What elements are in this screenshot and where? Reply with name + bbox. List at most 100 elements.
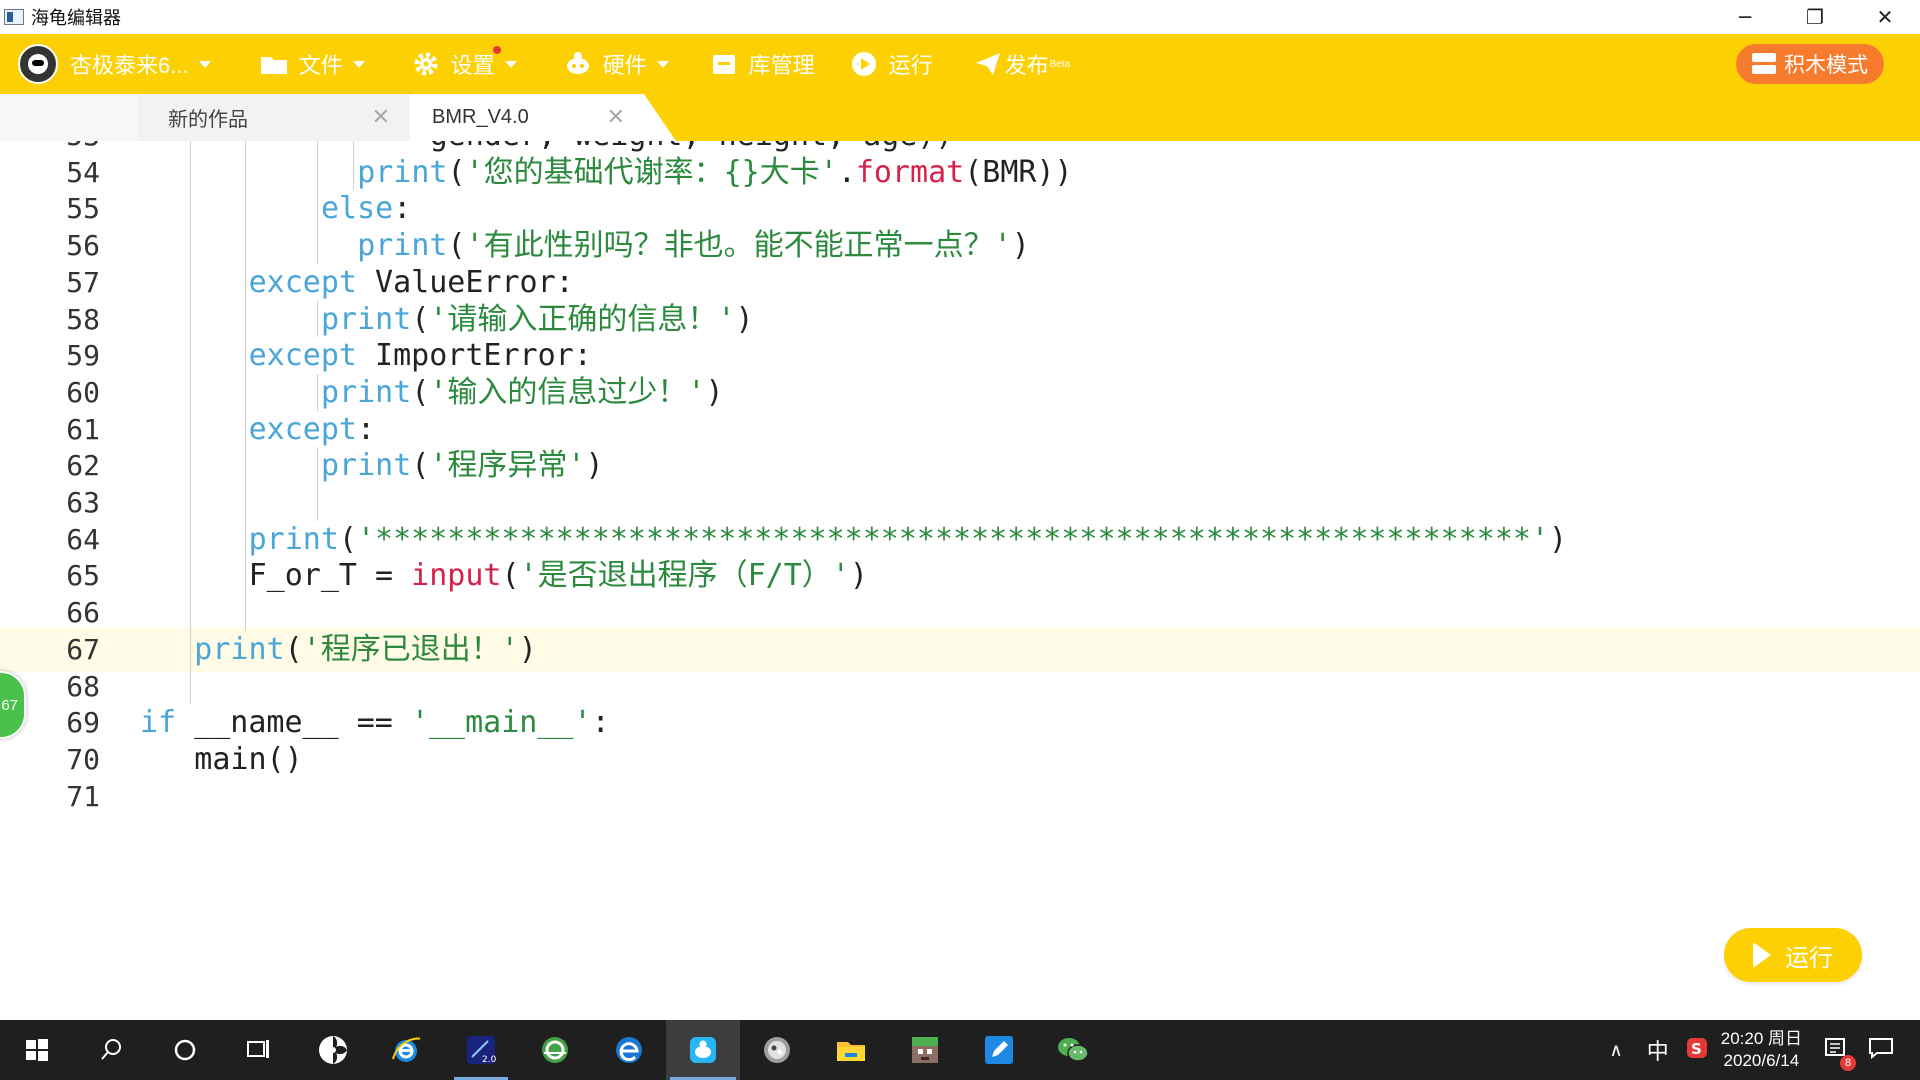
indent-guide	[317, 447, 318, 521]
indent-guide	[317, 373, 318, 411]
turtle-editor-icon[interactable]	[666, 1020, 740, 1080]
edge-icon[interactable]	[592, 1020, 666, 1080]
box-icon	[709, 49, 739, 79]
close-button[interactable]: ✕	[1850, 0, 1920, 34]
close-icon[interactable]: ✕	[607, 105, 625, 130]
code-line[interactable]: 71	[0, 774, 1920, 819]
python-2-0-icon[interactable]: 2.0	[444, 1020, 518, 1080]
run-button[interactable]: 运行	[1724, 928, 1862, 982]
code-token: '***************************************…	[356, 521, 1550, 557]
close-icon[interactable]: ✕	[372, 105, 390, 130]
line-number: 71	[66, 779, 100, 813]
cortana-icon[interactable]	[148, 1020, 222, 1080]
minecraft-icon[interactable]	[888, 1020, 962, 1080]
code-token: '是否退出程序（F/T）'	[519, 558, 850, 594]
taskbar: 2.0 ∧ 中 S 20:20 周日 2020/6/14 8	[0, 1020, 1920, 1080]
code-token: '输入的信息过少！'	[429, 374, 706, 410]
block-mode-button[interactable]: 积木模式	[1736, 44, 1884, 84]
task-view-icon[interactable]	[222, 1020, 296, 1080]
run-toolbar-button[interactable]: 运行	[849, 34, 933, 94]
library-manager-button[interactable]: 库管理	[709, 34, 815, 94]
file-menu[interactable]: 文件	[259, 34, 365, 94]
clock-time: 20:20 周日	[1720, 1029, 1802, 1048]
sogou-icon[interactable]: S	[1685, 1036, 1709, 1065]
library-manager-label: 库管理	[748, 53, 815, 78]
pinwheel-app-icon[interactable]	[296, 1020, 370, 1080]
tab-label: BMR_V4.0	[432, 106, 529, 128]
indent-guide	[317, 141, 318, 264]
code-token: except	[248, 338, 357, 374]
go-game-icon[interactable]	[740, 1020, 814, 1080]
play-icon	[1753, 942, 1771, 968]
code-token: )	[849, 558, 868, 594]
code-token: :	[393, 191, 412, 227]
indent-guide	[244, 141, 246, 631]
run-button-label: 运行	[1785, 944, 1833, 972]
code-token: __name__ ==	[176, 705, 411, 741]
start-icon[interactable]	[0, 1020, 74, 1080]
chat-bubble-icon[interactable]	[1868, 1036, 1894, 1065]
settings-menu[interactable]: 设置	[411, 34, 517, 94]
ie-icon[interactable]	[370, 1020, 444, 1080]
svg-text:S: S	[1691, 1040, 1702, 1058]
hardware-menu[interactable]: 硬件	[563, 34, 669, 94]
publish-label: 发布	[1004, 53, 1049, 78]
indent-guide	[317, 300, 318, 338]
paper-plane-icon	[973, 49, 1003, 79]
search-icon[interactable]	[74, 1020, 148, 1080]
title-bar: 海龟编辑器 ─ ❐ ✕	[0, 0, 1920, 34]
action-center-icon[interactable]: 8	[1824, 1036, 1856, 1071]
chevron-down-icon	[352, 60, 365, 68]
indent-guide	[190, 141, 192, 705]
pen-app-icon[interactable]	[962, 1020, 1036, 1080]
tab-new-work[interactable]: 新的作品 ✕	[138, 94, 410, 141]
wechat-icon[interactable]	[1036, 1020, 1110, 1080]
svg-text:2.0: 2.0	[482, 1055, 497, 1065]
ime-indicator[interactable]: 中	[1647, 1034, 1669, 1066]
code-token: (BMR))	[964, 154, 1073, 190]
file-explorer-icon[interactable]	[814, 1020, 888, 1080]
app-icon	[4, 9, 24, 25]
code-token: (	[338, 521, 357, 557]
play-circle-icon	[849, 49, 879, 79]
code-token: )	[735, 301, 754, 337]
user-menu[interactable]: 杏极泰来6...	[0, 34, 211, 94]
gear-icon	[411, 49, 441, 79]
code-token: main()	[194, 741, 303, 777]
code-token: print	[321, 301, 412, 337]
notification-dot	[492, 45, 501, 54]
minimize-button[interactable]: ─	[1710, 0, 1780, 34]
code-token: '程序异常'	[429, 448, 586, 484]
window-controls: ─ ❐ ✕	[1710, 0, 1920, 34]
restore-button[interactable]: ❐	[1780, 0, 1850, 34]
code-token: (	[447, 154, 466, 190]
clock-date: 2020/6/14	[1723, 1051, 1800, 1070]
code-token: print	[321, 374, 412, 410]
code-token: .	[837, 154, 856, 190]
indent-guide	[353, 141, 355, 191]
tab-bar: 新的作品 ✕ BMR_V4.0 ✕	[0, 94, 1920, 141]
run-toolbar-label: 运行	[888, 53, 933, 78]
tab-bmr-v4[interactable]: BMR_V4.0 ✕	[410, 94, 676, 141]
code-token: else	[321, 191, 394, 227]
code-token: '__main__'	[410, 705, 592, 741]
block-mode-label: 积木模式	[1784, 54, 1868, 77]
code-token: F_or_T =	[248, 558, 412, 594]
code-token: )	[585, 448, 604, 484]
clock[interactable]: 20:20 周日 2020/6/14	[1721, 1028, 1802, 1072]
code-token: :	[356, 411, 376, 447]
code-editor[interactable]: 53gender, weight, height, age))54print('…	[0, 141, 1920, 1021]
code-token: format	[855, 154, 965, 190]
chevron-down-icon	[492, 45, 517, 68]
blocks-icon	[1752, 53, 1776, 75]
green-browser-icon[interactable]	[518, 1020, 592, 1080]
folder-icon	[259, 49, 289, 79]
system-tray: ∧ 中 S 20:20 周日 2020/6/14 8	[1602, 1020, 1920, 1080]
code-token: '请输入正确的信息！'	[429, 301, 736, 337]
beta-badge: Beta	[1049, 58, 1071, 70]
chevron-down-icon	[198, 60, 211, 68]
turtle-hardware-icon	[563, 49, 593, 79]
code-token: (	[501, 558, 520, 594]
tray-expand-icon[interactable]: ∧	[1610, 1040, 1623, 1061]
publish-button[interactable]: 发布 Beta	[973, 34, 1071, 94]
